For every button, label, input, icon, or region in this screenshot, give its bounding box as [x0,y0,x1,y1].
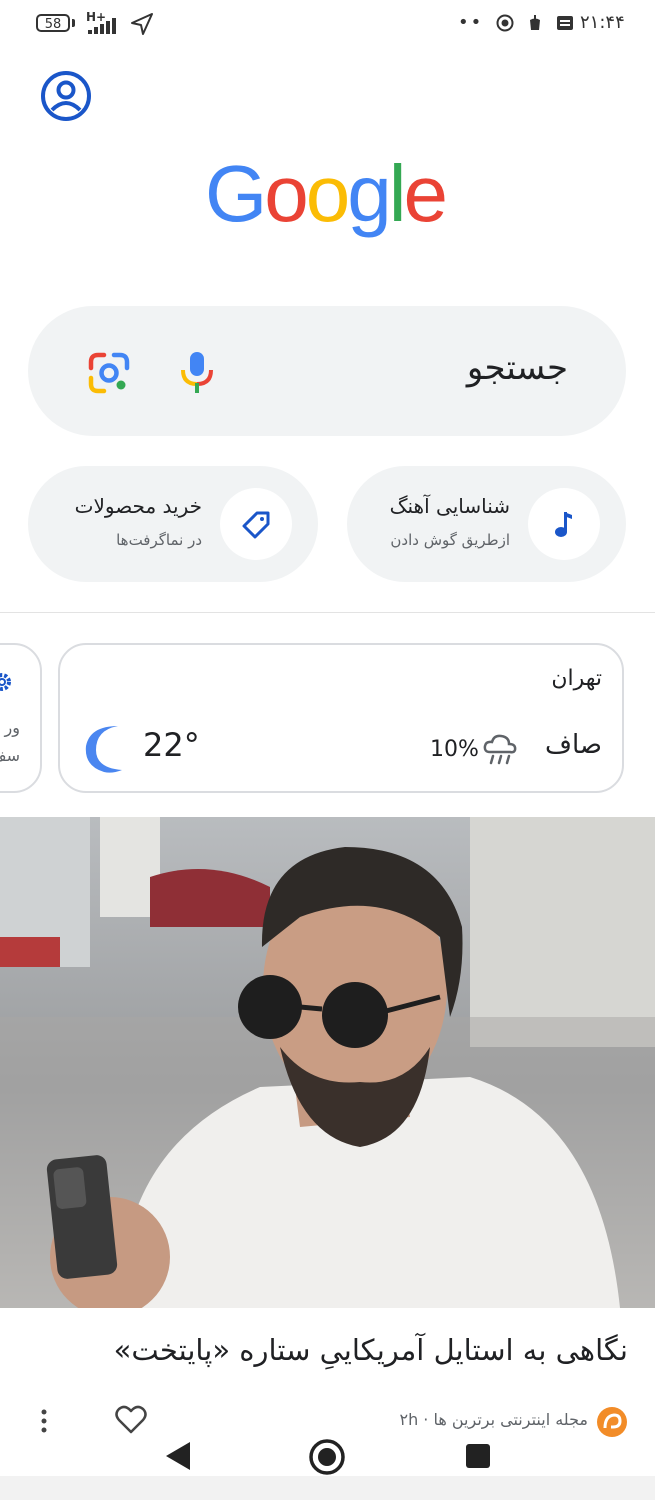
network-type: H+ [86,10,107,24]
article-photo [0,817,655,1308]
next-card-peek [0,1476,655,1500]
battery-tip [72,19,75,27]
music-note-icon [555,512,572,537]
location-arrow-icon [131,13,153,35]
home-icon[interactable] [308,1438,346,1476]
side-card-text-2: سف [0,746,20,765]
microphone-icon[interactable] [178,350,216,396]
chip-title-shopping: خرید محصولات [74,494,202,518]
temperature: 22° [143,726,200,764]
price-tag-icon [242,511,270,539]
recents-icon[interactable] [464,1442,492,1470]
logo-letter: l [388,149,407,238]
app-notification-icon [530,15,540,30]
google-logo: Google [205,148,450,240]
logo-letter: o [305,149,350,238]
settings-icon[interactable] [0,668,18,696]
message-icon [557,16,573,30]
battery-indicator: 58 [36,14,70,32]
back-icon[interactable] [164,1440,192,1472]
moon-icon [85,726,122,773]
google-lens-icon[interactable] [88,352,130,394]
notification-dots: •• [458,12,484,33]
weather-condition: صاف [545,730,602,760]
status-bar: 58 H+ •• ۲۱:۴۴ [0,0,655,48]
rain-cloud-icon [483,734,517,765]
logo-letter: g [347,149,391,238]
weather-city: تهران [551,666,602,691]
logo-letter: o [264,149,308,238]
source-logo [597,1407,627,1437]
logo-letter: e [403,149,448,238]
account-icon[interactable] [40,70,92,122]
precipitation-chance: 10% [430,737,479,762]
logo-letter: G [205,149,267,238]
clock: ۲۱:۴۴ [580,12,625,33]
chip-subtitle-song: ازطریق گوش دادن [390,531,510,549]
record-icon [496,14,514,32]
article-image[interactable] [0,817,655,1308]
more-options-icon[interactable] [34,1406,54,1436]
heart-icon[interactable] [114,1404,148,1436]
chip-subtitle-shopping: در نماگرفت‌ها [116,531,202,549]
divider [0,612,655,613]
article-source: مجله اینترنتی برترین ها · ۲h [399,1410,588,1429]
chip-title-song: شناسایی آهنگ [389,494,510,518]
system-nav-bar [0,1436,655,1476]
article-title[interactable]: نگاهی به استایل آمریکاییِ ستاره «پایتخت» [30,1328,628,1372]
side-card-text-1: ور [4,718,20,737]
search-placeholder[interactable]: جستجو [400,348,568,388]
